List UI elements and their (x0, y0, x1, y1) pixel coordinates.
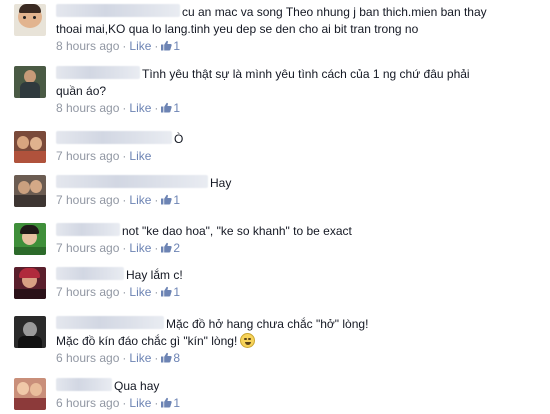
thumbs-up-icon (161, 352, 173, 363)
avatar[interactable] (14, 175, 46, 207)
like-button[interactable]: Like (129, 396, 151, 410)
comment-timestamp[interactable]: 7 hours ago (56, 149, 119, 163)
like-count[interactable]: 8 (161, 351, 180, 365)
comment-timestamp[interactable]: 6 hours ago (56, 351, 119, 365)
commenter-name[interactable] (56, 4, 180, 17)
comment-text: Hay lắm c! (126, 268, 183, 282)
like-button[interactable]: Like (129, 149, 151, 163)
avatar[interactable] (14, 223, 46, 255)
comment-text: quần áo? (56, 84, 107, 98)
avatar[interactable] (14, 4, 46, 36)
thumbs-up-icon (161, 397, 173, 408)
like-button[interactable]: Like (129, 193, 151, 207)
comment-text: Mặc đồ kín đáo chắc gì "kín" lòng! (56, 334, 238, 348)
comment-text: not "ke dao hoa", "ke so khanh" to be ex… (122, 224, 352, 238)
avatar[interactable] (14, 267, 46, 299)
comment-text: Mặc đồ hở hang chưa chắc "hở" lòng! (166, 317, 369, 331)
commenter-name[interactable] (56, 378, 112, 391)
like-button[interactable]: Like (129, 285, 151, 299)
comment-timestamp[interactable]: 7 hours ago (56, 193, 119, 207)
comment-text: thoai mai,KO qua lo lang.tinh yeu dep se… (56, 22, 419, 36)
like-count[interactable]: 1 (161, 396, 180, 410)
avatar[interactable] (14, 66, 46, 98)
like-count[interactable]: 1 (161, 193, 180, 207)
thumbs-up-icon (161, 242, 173, 253)
comment-text: Ò (174, 132, 184, 146)
comment-timestamp[interactable]: 8 hours ago (56, 39, 119, 53)
avatar[interactable] (14, 378, 46, 410)
commenter-name[interactable] (56, 316, 164, 329)
commenter-name[interactable] (56, 223, 120, 236)
commenter-name[interactable] (56, 66, 140, 79)
thumbs-up-icon (161, 40, 173, 51)
like-button[interactable]: Like (129, 39, 151, 53)
commenter-name[interactable] (56, 175, 208, 188)
like-count[interactable]: 2 (161, 241, 180, 255)
comment-text: cu an mac va song Theo nhung j ban thich… (182, 5, 487, 19)
comment-timestamp[interactable]: 7 hours ago (56, 241, 119, 255)
like-count[interactable]: 1 (161, 39, 180, 53)
commenter-name[interactable] (56, 131, 172, 144)
thumbs-up-icon (161, 286, 173, 297)
grin-emoticon-icon (240, 333, 256, 348)
comment-text: Hay (210, 176, 232, 190)
comment-timestamp[interactable]: 6 hours ago (56, 396, 119, 410)
comment-timestamp[interactable]: 8 hours ago (56, 101, 119, 115)
thumbs-up-icon (161, 194, 173, 205)
like-count[interactable]: 1 (161, 101, 180, 115)
avatar[interactable] (14, 316, 46, 348)
like-button[interactable]: Like (129, 351, 151, 365)
like-button[interactable]: Like (129, 101, 151, 115)
comment-text: Qua hay (114, 379, 160, 393)
commenter-name[interactable] (56, 267, 124, 280)
thumbs-up-icon (161, 102, 173, 113)
comment-text: Tình yêu thật sự là mình yêu tình cách c… (142, 67, 470, 81)
avatar[interactable] (14, 131, 46, 163)
like-count[interactable]: 1 (161, 285, 180, 299)
like-button[interactable]: Like (129, 241, 151, 255)
comment-timestamp[interactable]: 7 hours ago (56, 285, 119, 299)
